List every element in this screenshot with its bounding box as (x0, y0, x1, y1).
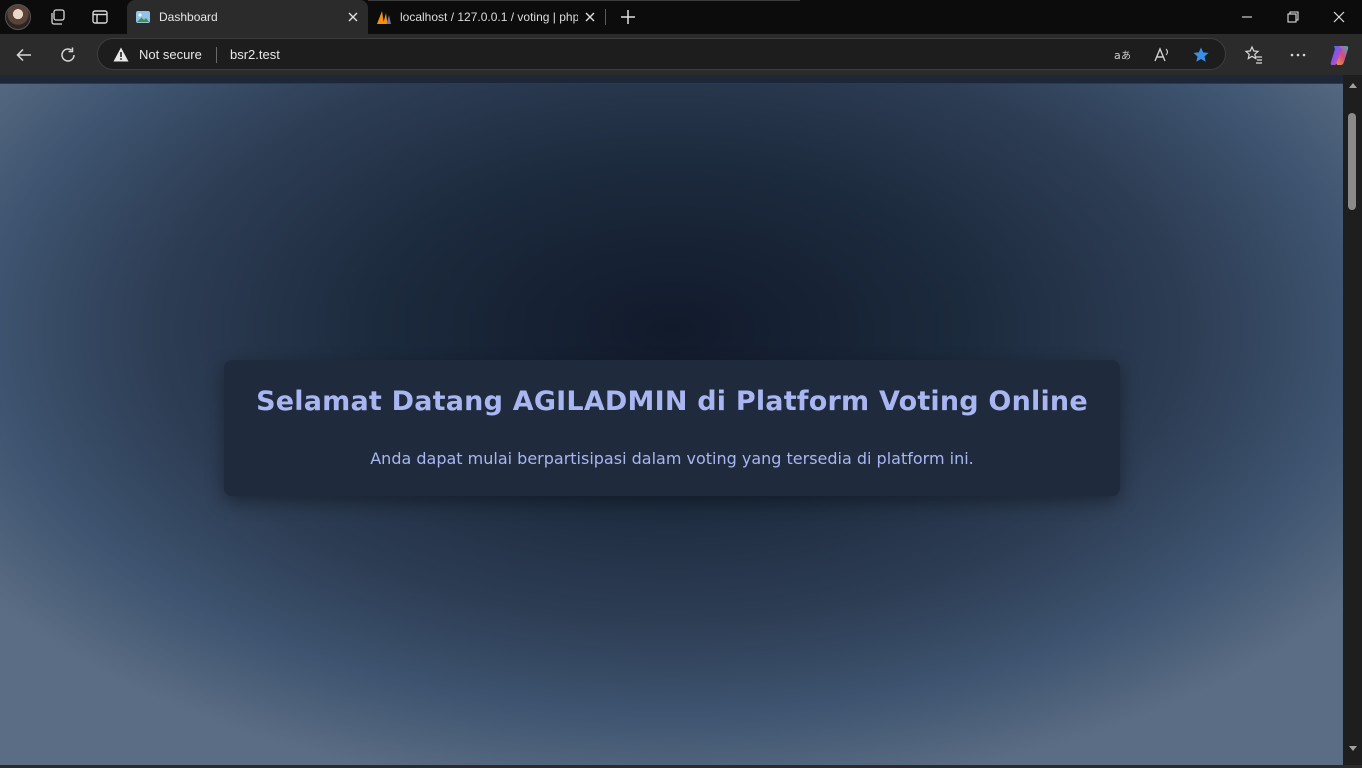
vertical-scrollbar[interactable] (1343, 75, 1362, 765)
favorites-button[interactable] (1243, 44, 1265, 66)
scroll-down-arrow-icon[interactable] (1349, 746, 1357, 751)
security-status[interactable]: Not secure (139, 47, 202, 62)
tab-title: Dashboard (159, 10, 218, 24)
read-aloud-icon[interactable] (1153, 46, 1171, 64)
welcome-title: Selamat Datang AGILADMIN di Platform Vot… (256, 386, 1088, 417)
page-header-strip (0, 75, 1343, 84)
profile-avatar[interactable] (5, 4, 31, 30)
workspaces-icon[interactable] (49, 8, 67, 26)
back-button[interactable] (13, 44, 35, 66)
page-viewport: Selamat Datang AGILADMIN di Platform Vot… (0, 75, 1343, 765)
welcome-card: Selamat Datang AGILADMIN di Platform Vot… (224, 360, 1120, 496)
tab-strip-divider (368, 0, 800, 1)
close-tab-icon[interactable] (346, 10, 360, 24)
tab-title: localhost / 127.0.0.1 / voting | phpMyAd… (400, 10, 578, 24)
minimize-button[interactable] (1224, 0, 1270, 34)
settings-more-button[interactable] (1287, 44, 1309, 66)
minimize-icon (1242, 16, 1252, 18)
copilot-button[interactable] (1328, 43, 1352, 67)
restore-button[interactable] (1270, 0, 1316, 34)
close-icon (1333, 11, 1345, 23)
close-window-button[interactable] (1316, 0, 1362, 34)
svg-text:あ: あ (1121, 50, 1131, 62)
url-text[interactable]: bsr2.test (230, 47, 280, 62)
arrow-left-icon (16, 48, 31, 62)
tab-phpmyadmin[interactable]: localhost / 127.0.0.1 / voting | phpMyAd… (368, 0, 605, 34)
address-separator (216, 47, 217, 63)
browser-toolbar: Not secure bsr2.test a あ (0, 34, 1362, 75)
tab-actions-icon[interactable] (91, 8, 109, 26)
welcome-subtitle: Anda dapat mulai berpartisipasi dalam vo… (370, 449, 974, 468)
phpmyadmin-sail-icon (377, 11, 391, 24)
tab-strip: Dashboard localhost / 127.0.0.1 / voting… (0, 0, 1362, 34)
tab-divider (605, 9, 606, 25)
favorites-list-icon (1244, 45, 1262, 64)
translate-icon[interactable]: a あ (1113, 46, 1131, 64)
copilot-icon (1330, 46, 1349, 65)
scroll-up-arrow-icon[interactable] (1349, 83, 1357, 88)
favorite-star-icon[interactable] (1192, 46, 1210, 64)
warning-icon[interactable] (113, 47, 129, 62)
image-thumbnail-icon (136, 11, 150, 23)
close-tab-icon[interactable] (583, 10, 597, 24)
new-tab-icon[interactable] (619, 8, 637, 26)
svg-text:a: a (1114, 49, 1121, 62)
address-bar[interactable]: Not secure bsr2.test a あ (97, 38, 1226, 70)
tab-dashboard[interactable]: Dashboard (127, 0, 368, 34)
restore-icon (1287, 11, 1299, 23)
more-dots-icon (1290, 53, 1306, 57)
refresh-icon (61, 47, 75, 62)
scroll-thumb[interactable] (1348, 113, 1356, 210)
refresh-button[interactable] (57, 44, 79, 66)
